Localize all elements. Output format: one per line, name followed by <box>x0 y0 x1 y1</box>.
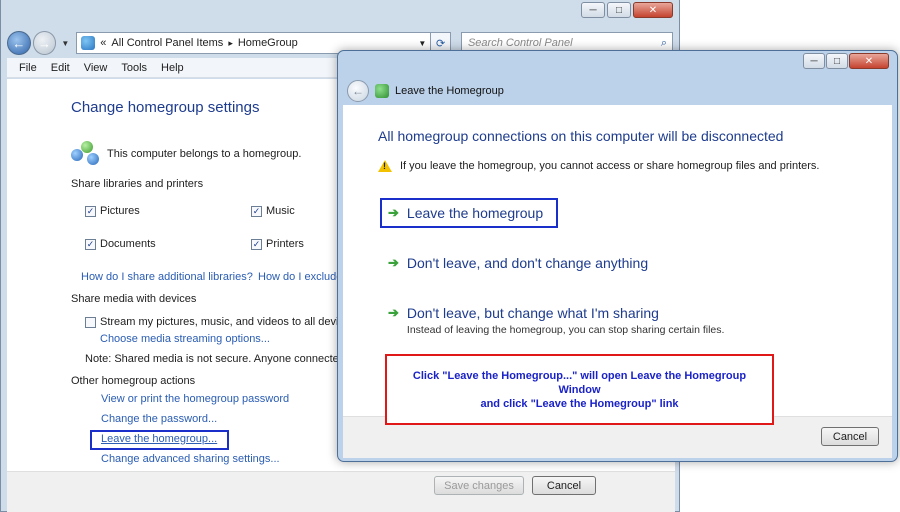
checkmark-icon[interactable]: ✓ <box>85 205 96 217</box>
annotation-callout: Click "Leave the Homegroup..." will open… <box>385 354 774 425</box>
control-panel-icon <box>81 36 96 50</box>
share-libraries-label: Share libraries and printers <box>71 178 204 190</box>
maximize-button[interactable]: □ <box>826 53 848 69</box>
stream-media-checkbox[interactable]: Stream my pictures, music, and videos to… <box>85 316 350 328</box>
back-arrow-icon[interactable]: ← <box>7 31 31 55</box>
page-title: Change homegroup settings <box>71 99 260 116</box>
dialog-window-controls: ─ □ ✕ <box>803 53 889 69</box>
close-button[interactable]: ✕ <box>849 53 889 69</box>
option-description: Instead of leaving the homegroup, you ca… <box>406 324 725 336</box>
recent-pages-dropdown-icon[interactable]: ▼ <box>61 39 69 48</box>
warning-icon <box>378 160 392 172</box>
homegroup-status: This computer belongs to a homegroup. <box>71 141 301 167</box>
exclude-files-link[interactable]: How do I exclude <box>258 271 342 283</box>
checkbox-label: Pictures <box>100 205 140 217</box>
media-security-note: Note: Shared media is not secure. Anyone… <box>85 353 345 365</box>
view-password-link[interactable]: View or print the homegroup password <box>101 393 289 405</box>
checkbox-label: Documents <box>100 238 156 250</box>
back-arrow-icon[interactable]: ← <box>347 80 369 102</box>
checkbox-box[interactable] <box>85 316 96 328</box>
homegroup-icon <box>375 84 389 98</box>
printers-checkbox[interactable]: ✓ Printers <box>251 238 304 250</box>
documents-checkbox[interactable]: ✓ Documents <box>85 238 156 250</box>
dialog-heading: All homegroup connections on this comput… <box>378 128 784 144</box>
homegroup-icon <box>71 141 101 167</box>
other-actions-label: Other homegroup actions <box>71 375 196 387</box>
checkbox-label: Stream my pictures, music, and videos to… <box>100 316 351 328</box>
dont-leave-option[interactable]: ➔ Don't leave, and don't change anything <box>388 255 648 271</box>
annotation-line-1: Click "Leave the Homegroup..." will open… <box>412 369 747 396</box>
leave-homegroup-option[interactable]: ➔ Leave the homegroup <box>388 205 543 221</box>
advanced-sharing-link[interactable]: Change advanced sharing settings... <box>101 453 280 465</box>
menu-view[interactable]: View <box>84 62 108 74</box>
menu-help[interactable]: Help <box>161 62 184 74</box>
forward-arrow-icon[interactable]: → <box>32 31 57 55</box>
media-streaming-options-link[interactable]: Choose media streaming options... <box>100 333 270 345</box>
green-arrow-icon: ➔ <box>388 205 399 220</box>
dialog-title: Leave the Homegroup <box>395 85 504 97</box>
close-button[interactable]: ✕ <box>633 2 673 18</box>
change-sharing-option[interactable]: ➔ Don't leave, but change what I'm shari… <box>388 305 724 336</box>
warning-text: If you leave the homegroup, you cannot a… <box>400 160 820 172</box>
action-bar: Save changes Cancel <box>7 471 675 512</box>
search-placeholder: Search Control Panel <box>467 37 573 49</box>
leave-homegroup-dialog: ─ □ ✕ ← Leave the Homegroup All homegrou… <box>337 50 898 462</box>
green-arrow-icon: ➔ <box>388 255 399 270</box>
checkbox-label: Music <box>266 205 295 217</box>
save-changes-button[interactable]: Save changes <box>434 476 524 495</box>
checkmark-icon[interactable]: ✓ <box>85 238 96 250</box>
search-icon[interactable]: ⌕ <box>661 37 667 50</box>
warning-message: If you leave the homegroup, you cannot a… <box>378 160 819 172</box>
option-label[interactable]: Don't leave, and don't change anything <box>407 255 648 271</box>
music-checkbox[interactable]: ✓ Music <box>251 205 295 217</box>
breadcrumb-separator[interactable]: ▸ <box>228 38 233 49</box>
minimize-button[interactable]: ─ <box>581 2 605 18</box>
green-arrow-icon: ➔ <box>388 305 399 320</box>
share-more-libraries-link[interactable]: How do I share additional libraries? <box>81 271 253 283</box>
change-password-link[interactable]: Change the password... <box>101 413 217 425</box>
menu-file[interactable]: File <box>19 62 37 74</box>
window-controls: ─ □ ✕ <box>581 2 673 18</box>
maximize-button[interactable]: □ <box>607 2 631 18</box>
address-dropdown-icon[interactable]: ▼ <box>418 39 426 48</box>
share-media-label: Share media with devices <box>71 293 197 305</box>
address-prefix[interactable]: « <box>100 37 106 49</box>
cancel-button[interactable]: Cancel <box>532 476 596 495</box>
minimize-button[interactable]: ─ <box>803 53 825 69</box>
checkbox-label: Printers <box>266 238 304 250</box>
menu-tools[interactable]: Tools <box>121 62 147 74</box>
leave-homegroup-link[interactable]: Leave the homegroup... <box>101 433 217 445</box>
homegroup-membership-text: This computer belongs to a homegroup. <box>107 148 302 160</box>
checkmark-icon[interactable]: ✓ <box>251 238 262 250</box>
option-label[interactable]: Don't leave, but change what I'm sharing <box>407 305 725 321</box>
checkmark-icon[interactable]: ✓ <box>251 205 262 217</box>
dialog-cancel-button[interactable]: Cancel <box>821 427 879 446</box>
annotation-line-2: and click "Leave the Homegroup" link <box>480 397 679 410</box>
option-label[interactable]: Leave the homegroup <box>407 205 543 221</box>
dialog-header: ← Leave the Homegroup <box>343 77 892 105</box>
menu-edit[interactable]: Edit <box>51 62 70 74</box>
breadcrumb-all-items[interactable]: All Control Panel Items <box>111 37 223 49</box>
breadcrumb-homegroup[interactable]: HomeGroup <box>238 37 298 49</box>
pictures-checkbox[interactable]: ✓ Pictures <box>85 205 140 217</box>
